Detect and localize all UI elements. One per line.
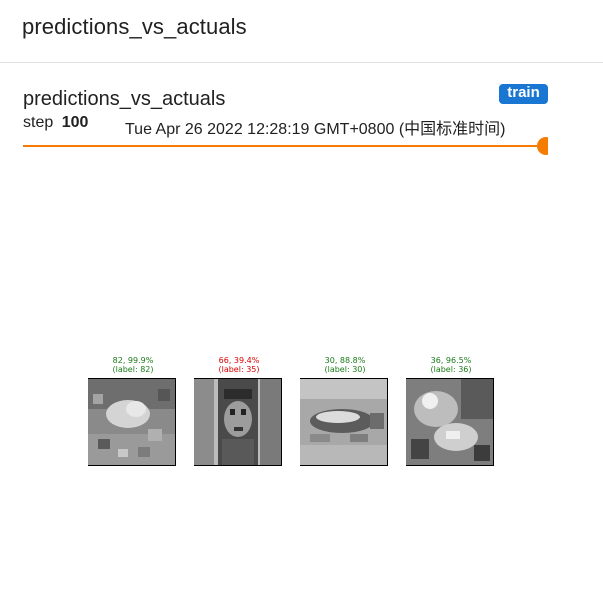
sample-image-rabbit	[88, 378, 176, 466]
prediction-caption: 66, 39.4%	[218, 356, 260, 365]
sample-image-face	[194, 378, 282, 466]
sample-tile: 36, 96.5% (label: 36)	[406, 356, 496, 466]
prediction-caption: 82, 99.9%	[112, 356, 154, 365]
label-caption: (label: 36)	[430, 365, 472, 374]
image-grid: 82, 99.9% (label: 82) 66, 39.4% (label: …	[0, 0, 603, 614]
sample-tile: 30, 88.8% (label: 30)	[300, 356, 390, 466]
label-caption: (label: 82)	[112, 365, 154, 374]
sample-image-hamster	[406, 378, 494, 466]
label-caption: (label: 30)	[324, 365, 366, 374]
sample-tile: 82, 99.9% (label: 82)	[88, 356, 178, 466]
sample-tile: 66, 39.4% (label: 35)	[194, 356, 284, 466]
prediction-caption: 30, 88.8%	[324, 356, 366, 365]
label-caption: (label: 35)	[218, 365, 260, 374]
sample-image-fish	[300, 378, 388, 466]
prediction-caption: 36, 96.5%	[430, 356, 472, 365]
